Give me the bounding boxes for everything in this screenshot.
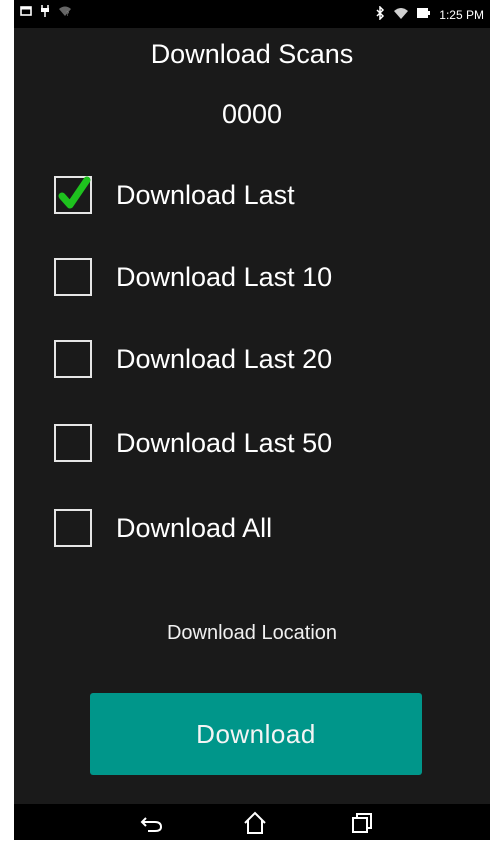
home-icon[interactable] — [242, 810, 268, 836]
checkbox-download-all[interactable] — [54, 509, 92, 547]
status-left-icons: ? — [20, 4, 72, 21]
option-label: Download Last 10 — [116, 262, 333, 292]
option-download-last-50[interactable]: Download Last 50 — [54, 418, 332, 468]
download-button[interactable]: Download — [90, 693, 422, 775]
app-screen: ? 1:25 PM Download Scans 0000 Download L… — [14, 0, 490, 840]
checkbox-download-last-10[interactable] — [54, 258, 92, 296]
option-download-last[interactable]: Download Last — [54, 170, 295, 220]
option-label: Download All — [116, 513, 273, 543]
recents-icon[interactable] — [349, 810, 375, 836]
navigation-bar — [14, 804, 490, 840]
option-download-last-10[interactable]: Download Last 10 — [54, 252, 332, 302]
status-right-icons: 1:25 PM — [375, 5, 484, 23]
option-download-last-20[interactable]: Download Last 20 — [54, 334, 332, 384]
checkbox-download-last-20[interactable] — [54, 340, 92, 378]
back-icon[interactable] — [139, 810, 165, 836]
status-time: 1:25 PM — [439, 7, 484, 22]
battery-icon — [417, 7, 431, 22]
page-title: Download Scans — [150, 39, 354, 69]
checkmark-icon — [58, 176, 91, 209]
svg-text:?: ? — [66, 11, 69, 17]
download-location-link[interactable]: Download Location — [14, 620, 490, 646]
option-label: Download Last — [116, 180, 295, 210]
scan-count: 0000 — [221, 99, 283, 129]
option-label: Download Last 50 — [116, 428, 333, 458]
bluetooth-icon — [375, 5, 385, 23]
screenshot-icon — [20, 5, 32, 20]
checkbox-download-last[interactable] — [54, 176, 92, 214]
option-download-all[interactable]: Download All — [54, 503, 272, 553]
option-label: Download Last 20 — [116, 344, 333, 374]
wifi-off-icon: ? — [58, 5, 72, 20]
usb-icon — [40, 4, 50, 21]
wifi-icon — [393, 7, 409, 23]
status-bar: ? 1:25 PM — [14, 0, 490, 28]
checkbox-download-last-50[interactable] — [54, 424, 92, 462]
